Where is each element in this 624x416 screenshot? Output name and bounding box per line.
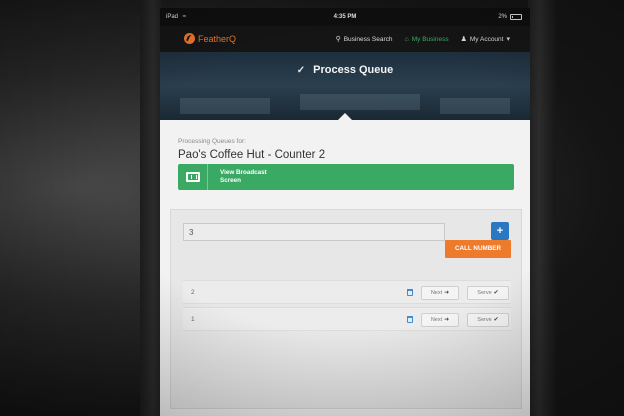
queue-row: 1 Next ➜ Serve ✔	[183, 307, 511, 331]
featherq-logo-icon	[184, 33, 195, 44]
broadcast-button-label: View Broadcast Screen	[220, 169, 280, 185]
serve-button-label: Serve	[477, 317, 492, 323]
arrow-right-icon: ➜	[444, 317, 450, 323]
call-number-button[interactable]: CALL NUMBER	[445, 240, 511, 258]
serve-button-label: Serve	[477, 290, 492, 296]
search-icon: ⚲	[335, 35, 341, 43]
hero-banner: ✓ Process Queue	[160, 52, 530, 120]
view-broadcast-button[interactable]: View Broadcast Screen	[178, 164, 514, 190]
nav-my-account[interactable]: ♟ My Account ▾	[461, 36, 510, 43]
hero-pointer	[337, 113, 353, 120]
queue-panel: + CALL NUMBER 2 Next ➜ Serve ✔ 1 Next ➜ …	[170, 209, 522, 409]
queue-row-number: 1	[191, 316, 195, 323]
status-time: 4:35 PM	[333, 14, 357, 20]
broadcast-label-line1: View Broadcast	[220, 169, 267, 176]
next-button-label: Next	[430, 290, 443, 296]
add-number-button[interactable]: +	[491, 222, 509, 240]
device-screen: iPad ≈ 4:35 PM 2% FeatherQ ⚲ Business Se…	[160, 8, 530, 416]
top-navbar: FeatherQ ⚲ Business Search ⌂ My Business…	[160, 26, 530, 52]
brand-logo-link[interactable]: FeatherQ	[184, 33, 236, 44]
device-bezel-right	[528, 0, 556, 416]
queue-row: 2 Next ➜ Serve ✔	[183, 280, 511, 304]
device-bezel-left	[140, 0, 162, 416]
hero-background-detail	[180, 98, 270, 114]
check-icon: ✔	[493, 290, 499, 296]
nav-business-search[interactable]: ⚲ Business Search	[336, 36, 393, 43]
nav-my-business-label: My Business	[411, 35, 449, 43]
caret-down-icon: ▾	[506, 35, 510, 43]
monitor-icon	[185, 172, 200, 182]
next-button[interactable]: Next ➜	[421, 313, 459, 327]
hero-background-detail	[440, 98, 510, 114]
nav-my-account-label: My Account	[469, 35, 504, 43]
serve-button[interactable]: Serve ✔	[467, 286, 509, 300]
nav-items: ⚲ Business Search ⌂ My Business ♟ My Acc…	[336, 26, 510, 52]
serve-button[interactable]: Serve ✔	[467, 313, 509, 327]
arrow-right-icon: ➜	[444, 290, 450, 296]
brand-name: FeatherQ	[198, 33, 237, 44]
check-icon: ✔	[493, 317, 499, 323]
page-title: ✓ Process Queue	[160, 64, 530, 76]
nav-my-business[interactable]: ⌂ My Business	[405, 36, 449, 43]
process-queue-icon: ✓	[296, 64, 306, 76]
battery-icon	[510, 14, 522, 20]
trash-icon[interactable]	[407, 289, 413, 296]
queue-row-number: 2	[191, 289, 195, 296]
queue-number-input[interactable]	[183, 223, 445, 241]
status-right: 2%	[498, 8, 522, 26]
status-bar: iPad ≈ 4:35 PM 2%	[160, 8, 530, 26]
processing-label: Processing Queues for:	[178, 138, 246, 145]
next-button[interactable]: Next ➜	[421, 286, 459, 300]
battery-percent: 2%	[498, 14, 507, 20]
next-button-label: Next	[430, 317, 443, 323]
hero-background-detail	[300, 94, 420, 110]
home-icon: ⌂	[404, 35, 409, 43]
business-name: Pao's Coffee Hut - Counter 2	[178, 149, 326, 161]
page-title-text: Process Queue	[313, 64, 394, 76]
broadcast-icon-box	[178, 164, 208, 190]
broadcast-label-line2: Screen	[220, 177, 242, 184]
nav-business-search-label: Business Search	[343, 35, 393, 43]
trash-icon[interactable]	[407, 316, 413, 323]
user-icon: ♟	[460, 35, 467, 43]
